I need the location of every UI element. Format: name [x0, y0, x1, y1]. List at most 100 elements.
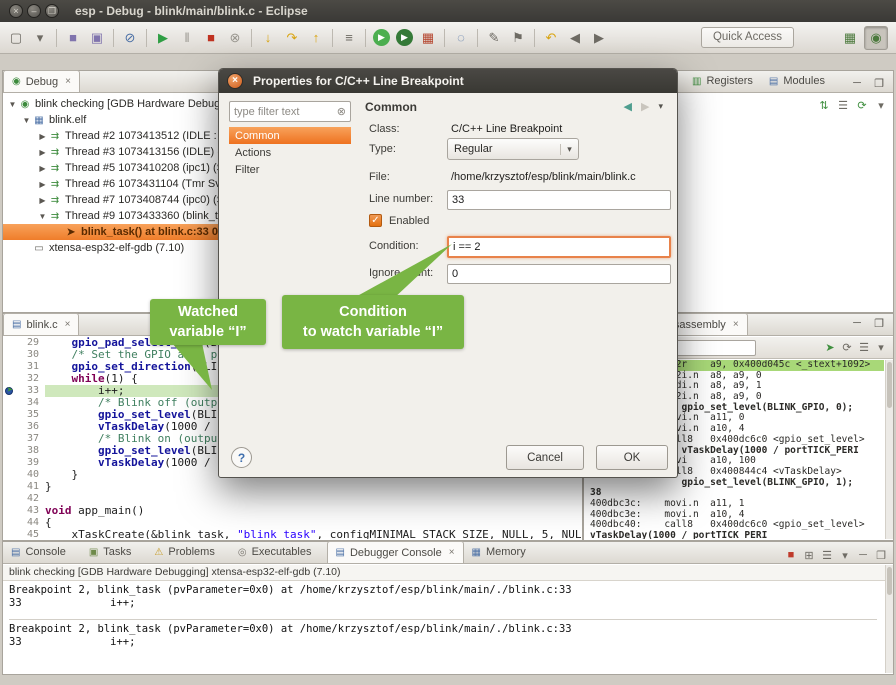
view-menu-icon[interactable]: ▾ — [658, 101, 663, 112]
back-arrow-icon[interactable]: ◀ — [624, 100, 632, 113]
list-icon[interactable]: ☰ — [856, 340, 872, 356]
refresh-icon[interactable]: ⟳ — [839, 340, 855, 356]
scrollbar-thumb[interactable] — [887, 362, 892, 408]
disassembly-scrollbar[interactable] — [885, 360, 893, 539]
tab-debug[interactable]: ◉ Debug × — [3, 70, 80, 92]
separator[interactable] — [113, 29, 114, 47]
window-close-button[interactable]: × — [9, 4, 23, 18]
separator[interactable] — [365, 29, 366, 47]
disconnect-icon[interactable]: ⊗ — [224, 27, 246, 49]
tree-expander-icon[interactable]: ▶ — [37, 164, 48, 173]
tab-registers[interactable]: ▥ Registers — [684, 70, 761, 92]
minimize-icon[interactable]: ─ — [849, 315, 865, 331]
suspend-icon[interactable]: ‖ — [176, 27, 198, 49]
disassembly-line[interactable]: vTaskDelay(1000 / portTICK_PERI — [590, 531, 884, 539]
separator[interactable] — [332, 29, 333, 47]
view-menu-icon[interactable]: ▾ — [873, 97, 889, 113]
cancel-button[interactable]: Cancel — [506, 445, 584, 470]
maximize-icon[interactable]: ❐ — [871, 315, 887, 331]
separator[interactable] — [534, 29, 535, 47]
dialog-nav-common[interactable]: Common — [229, 127, 351, 144]
step-return-icon[interactable]: ↑ — [305, 27, 327, 49]
scrollbar-thumb[interactable] — [887, 567, 892, 595]
instruction-stepping-icon[interactable]: ≡ — [338, 27, 360, 49]
disassembly-line[interactable]: gpio_set_level(BLINK_GPIO, 1); — [590, 478, 884, 489]
tree-expander-icon[interactable]: ▼ — [21, 116, 32, 125]
console-menu-icon[interactable]: ▾ — [837, 547, 853, 563]
terminate-icon[interactable]: ■ — [200, 27, 222, 49]
code-line[interactable]: 41} — [3, 481, 582, 493]
layout-icon[interactable]: ⇅ — [816, 97, 832, 113]
window-maximize-button[interactable]: ❐ — [45, 4, 59, 18]
pin-console-icon[interactable]: ⊞ — [801, 547, 817, 563]
minimize-icon[interactable]: ─ — [855, 547, 871, 563]
flag-icon[interactable]: ⚑ — [507, 27, 529, 49]
dialog-close-button[interactable]: × — [227, 73, 243, 89]
console-scrollbar[interactable] — [885, 565, 893, 673]
tab-tasks[interactable]: ▣ Tasks — [81, 541, 147, 563]
perspective-debug-button[interactable]: ◉ — [864, 26, 888, 50]
maximize-icon[interactable]: ❐ — [871, 75, 887, 91]
tree-expander-icon[interactable]: ▶ — [37, 148, 48, 157]
maximize-icon[interactable]: ❐ — [873, 547, 889, 563]
console-output[interactable]: Breakpoint 2, blink_task (pvParameter=0x… — [3, 582, 883, 673]
profile-icon[interactable]: ▦ — [417, 27, 439, 49]
code-line[interactable]: 45 xTaskCreate(&blink_task, "blink_task"… — [3, 529, 582, 539]
type-dropdown[interactable]: Regular ▾ — [447, 138, 579, 160]
tab-blink-c[interactable]: ▤ blink.c × — [3, 313, 79, 335]
tree-expander-icon[interactable]: ▶ — [37, 180, 48, 189]
tab-memory[interactable]: ▦ Memory — [464, 541, 541, 563]
breakpoint-marker[interactable]: ➤ — [3, 385, 19, 397]
new-menu-icon[interactable]: ▾ — [29, 27, 51, 49]
tab-modules[interactable]: ▤ Modules — [761, 70, 833, 92]
tree-expander-icon[interactable]: ▶ — [37, 132, 48, 141]
tab-debugger-console[interactable]: ▤ Debugger Console × — [327, 541, 464, 563]
view-menu-icon[interactable]: ▾ — [873, 340, 889, 356]
enabled-checkbox[interactable]: ✓ — [369, 214, 382, 227]
ignore-count-input[interactable] — [447, 264, 671, 284]
list-icon[interactable]: ☰ — [835, 97, 851, 113]
debug-icon[interactable]: ▶ — [396, 29, 413, 46]
tree-expander-icon[interactable]: ▶ — [37, 196, 48, 205]
new-icon[interactable]: ▢ — [5, 27, 27, 49]
tab-problems[interactable]: ⚠ Problems — [146, 541, 229, 563]
tab-executables[interactable]: ◎ Executables — [230, 541, 327, 563]
resume-icon[interactable]: ▶ — [152, 27, 174, 49]
dialog-nav-filter[interactable]: Filter — [229, 161, 351, 178]
display-selected-icon[interactable]: ☰ — [819, 547, 835, 563]
close-tab-icon[interactable]: × — [449, 547, 455, 558]
help-button[interactable]: ? — [231, 447, 252, 468]
close-tab-icon[interactable]: × — [65, 76, 71, 87]
tab-console[interactable]: ▤ Console — [3, 541, 81, 563]
perspective-cpp-button[interactable]: ▦ — [838, 26, 862, 50]
skip-breakpoints-icon[interactable]: ⊘ — [119, 27, 141, 49]
tree-expander-icon[interactable]: ▼ — [37, 212, 48, 221]
forward-arrow-icon[interactable]: ▶ — [641, 100, 649, 113]
goto-pc-icon[interactable]: ➤ — [822, 340, 838, 356]
last-edit-icon[interactable]: ↶ — [540, 27, 562, 49]
filter-box[interactable]: type filter text ⊗ — [229, 101, 351, 122]
separator[interactable] — [444, 29, 445, 47]
search-icon[interactable]: ◌ — [450, 27, 472, 49]
window-minimize-button[interactable]: – — [27, 4, 41, 18]
terminate-console-icon[interactable]: ■ — [783, 547, 799, 563]
close-tab-icon[interactable]: × — [733, 319, 739, 330]
tree-expander-icon[interactable]: ▼ — [7, 100, 18, 109]
forward-history-icon[interactable]: ▶ — [588, 27, 610, 49]
minimize-icon[interactable]: ─ — [849, 75, 865, 91]
save-icon[interactable]: ■ — [62, 27, 84, 49]
line-number-input[interactable] — [447, 190, 671, 210]
save-all-icon[interactable]: ▣ — [86, 27, 108, 49]
clear-filter-icon[interactable]: ⊗ — [337, 105, 346, 118]
dialog-nav-actions[interactable]: Actions — [229, 144, 351, 161]
run-icon[interactable]: ▶ — [373, 29, 390, 46]
refresh-icon[interactable]: ⟳ — [854, 97, 870, 113]
separator[interactable] — [56, 29, 57, 47]
code-line[interactable]: 43void app_main() — [3, 505, 582, 517]
quick-access-button[interactable]: Quick Access — [701, 27, 794, 48]
back-history-icon[interactable]: ◀ — [564, 27, 586, 49]
separator[interactable] — [146, 29, 147, 47]
condition-input[interactable] — [447, 236, 671, 258]
separator[interactable] — [477, 29, 478, 47]
step-over-icon[interactable]: ↷ — [281, 27, 303, 49]
